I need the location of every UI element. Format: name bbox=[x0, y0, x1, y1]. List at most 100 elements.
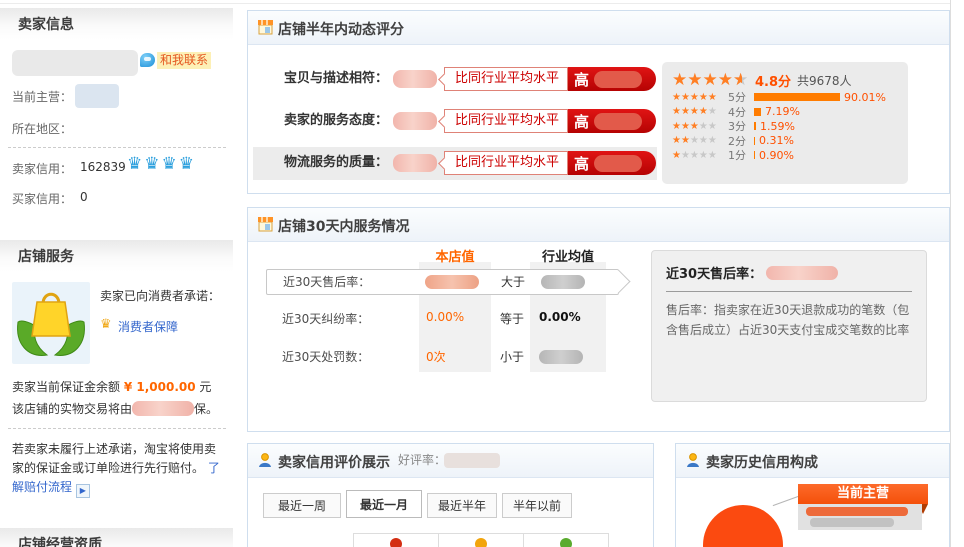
deposit-prefix: 卖家当前保证金余额 bbox=[12, 380, 120, 394]
right-divider bbox=[950, 0, 951, 547]
overall-rating: ★★★★★★ 4.8分 共9678人 bbox=[672, 70, 898, 90]
info-box-title: 近30天售后率： bbox=[666, 267, 762, 282]
redacted-percent bbox=[594, 113, 642, 130]
callout-connector bbox=[773, 495, 802, 506]
consumer-guarantee-link[interactable]: 消费者保障 bbox=[118, 318, 178, 335]
shop-icon bbox=[257, 216, 274, 233]
rating-dist-row: ★★★★★ 3分 1.59% bbox=[672, 119, 898, 134]
row-arrow-icon bbox=[606, 269, 630, 293]
play-icon[interactable]: ▶ bbox=[76, 484, 90, 498]
rating-count: 共9678人 bbox=[797, 72, 852, 89]
consumer-protection-image bbox=[12, 282, 90, 367]
redacted-category bbox=[806, 507, 908, 516]
percent-bar bbox=[754, 137, 755, 145]
stars-icon: ★★★★★ bbox=[672, 92, 728, 103]
deposit-suffix: 元 bbox=[199, 380, 211, 394]
percent-bar bbox=[754, 93, 840, 101]
neutral-icon bbox=[475, 538, 487, 547]
credit-pie-chart bbox=[703, 505, 783, 547]
tab-last-half-year[interactable]: 最近半年 bbox=[427, 493, 497, 518]
percent-bar bbox=[754, 151, 755, 159]
notch-arrow-icon bbox=[438, 157, 451, 170]
seller-credit-value: 162839 bbox=[80, 160, 126, 174]
tab-before-half-year[interactable]: 半年以前 bbox=[502, 493, 572, 518]
guarantee-medal-icon: ♛ bbox=[100, 317, 112, 332]
compensation-text: 若卖家未履行上述承诺，淘宝将使用卖家的保证金或订单险进行先行赔付。 了解赔付流程… bbox=[12, 440, 226, 498]
negative-icon bbox=[560, 538, 572, 547]
service-panel-title: 店铺30天内服务情况 bbox=[278, 216, 409, 236]
store-col-header: 本店值 bbox=[419, 246, 491, 265]
industry-compare-banner: 比同行业平均水平 高 bbox=[444, 67, 656, 91]
seller-credit-label: 卖家信用： bbox=[12, 160, 72, 177]
after-sale-info-box: 近30天售后率： 售后率：指卖家在近30天退款成功的笔数（包含售后成立）占近30… bbox=[651, 250, 927, 402]
dsr-row-label: 卖家的服务态度： bbox=[248, 108, 388, 134]
dsr-panel-header: 店铺半年内动态评分 bbox=[248, 11, 949, 45]
region-label: 所在地区： bbox=[12, 120, 72, 137]
person-icon bbox=[257, 452, 274, 469]
rating-dist-row: ★★★★★ 1分 0.90% bbox=[672, 148, 898, 163]
qualification-header: 店铺经营资质 bbox=[0, 528, 233, 547]
service-panel-header: 店铺30天内服务情况 bbox=[248, 208, 949, 242]
redacted-industry-value bbox=[541, 275, 585, 289]
redacted-seller-name bbox=[12, 50, 138, 76]
seller-profile-page: 卖家信息 和我联系 当前主营： 所在地区： 卖家信用： 162839 ♛♛♛♛ … bbox=[0, 0, 964, 547]
notch-arrow-icon bbox=[438, 73, 451, 86]
buyer-credit-label: 买家信用： bbox=[12, 190, 72, 207]
dsr-row-label: 宝贝与描述相符： bbox=[248, 66, 388, 92]
review-panel-header: 卖家信用评价展示 好评率： bbox=[248, 444, 653, 478]
redacted-percent bbox=[594, 155, 642, 172]
divider bbox=[8, 428, 226, 429]
history-panel-title: 卖家历史信用构成 bbox=[706, 452, 818, 472]
service-panel: 店铺30天内服务情况 本店值 行业均值 近30天售后率： 大于 近30天纠纷率：… bbox=[247, 207, 950, 432]
deposit-line: 卖家当前保证金余额 ¥ 1,000.00 元 bbox=[12, 378, 227, 395]
tab-last-week[interactable]: 最近一周 bbox=[263, 493, 341, 518]
buyer-credit-value: 0 bbox=[80, 190, 88, 204]
crown-icon: ♛♛♛♛ bbox=[127, 154, 196, 174]
main-business-label: 当前主营： bbox=[12, 88, 72, 105]
contact-me-button[interactable]: 和我联系 bbox=[157, 52, 211, 69]
review-panel: 卖家信用评价展示 好评率： 最近一周 最近一月 最近半年 半年以前 bbox=[247, 443, 654, 547]
overall-score: 4.8分 bbox=[755, 71, 791, 90]
redacted-store-value bbox=[425, 275, 479, 289]
redacted-score bbox=[393, 70, 437, 88]
dsr-row-label: 物流服务的质量： bbox=[248, 150, 388, 176]
shop-icon bbox=[257, 19, 274, 36]
rating-dist-row: ★★★★★ 5分 90.01% bbox=[672, 90, 898, 105]
dsr-panel-title: 店铺半年内动态评分 bbox=[278, 19, 404, 39]
review-panel-title: 卖家信用评价展示 bbox=[278, 452, 390, 472]
rating-dist-row: ★★★★★ 4分 7.19% bbox=[672, 105, 898, 120]
after-sale-rate-row[interactable]: 近30天售后率： 大于 bbox=[266, 269, 619, 295]
stars-icon: ★★★★★ bbox=[672, 150, 728, 161]
shop-service-header: 店铺服务 bbox=[0, 240, 233, 272]
promise-label: 卖家已向消费者承诺： bbox=[100, 287, 220, 304]
wangwang-icon[interactable] bbox=[140, 53, 155, 67]
tab-last-month[interactable]: 最近一月 bbox=[346, 490, 422, 518]
overall-stars-icon: ★★★★★★ bbox=[672, 72, 750, 89]
divider bbox=[666, 291, 912, 292]
seller-info-header: 卖家信息 bbox=[0, 8, 233, 40]
rating-table-cell-negative bbox=[523, 533, 609, 547]
industry-compare-banner: 比同行业平均水平 高 bbox=[444, 109, 656, 133]
stars-icon: ★★★★★ bbox=[672, 135, 728, 146]
praise-icon bbox=[390, 538, 402, 547]
redacted-score bbox=[393, 112, 437, 130]
rating-table-cell-praise bbox=[353, 533, 439, 547]
redacted-category-sub bbox=[810, 518, 894, 527]
industry-compare-banner: 比同行业平均水平 高 bbox=[444, 151, 656, 175]
callout-value-box bbox=[798, 504, 922, 530]
redacted-rate-value bbox=[766, 266, 838, 280]
history-panel-header: 卖家历史信用构成 bbox=[676, 444, 949, 478]
positive-rate-label: 好评率： bbox=[398, 444, 446, 477]
redacted-industry-value bbox=[539, 350, 583, 364]
industry-col-header: 行业均值 bbox=[530, 246, 606, 265]
rating-dist-row: ★★★★★ 2分 0.31% bbox=[672, 134, 898, 149]
divider bbox=[8, 147, 226, 148]
rating-summary-box: ★★★★★★ 4.8分 共9678人 ★★★★★ 5分 90.01% ★★★★★… bbox=[662, 62, 908, 184]
stars-icon: ★★★★★ bbox=[672, 106, 728, 117]
info-box-description: 售后率：指卖家在近30天退款成功的笔数（包含售后成立）占近30天支付宝成交笔数的… bbox=[666, 300, 912, 340]
stars-icon: ★★★★★ bbox=[672, 121, 728, 132]
percent-bar bbox=[754, 108, 761, 116]
redacted-score bbox=[393, 154, 437, 172]
notch-arrow-icon bbox=[438, 115, 451, 128]
sidebar: 卖家信息 和我联系 当前主营： 所在地区： 卖家信用： 162839 ♛♛♛♛ … bbox=[0, 0, 233, 547]
